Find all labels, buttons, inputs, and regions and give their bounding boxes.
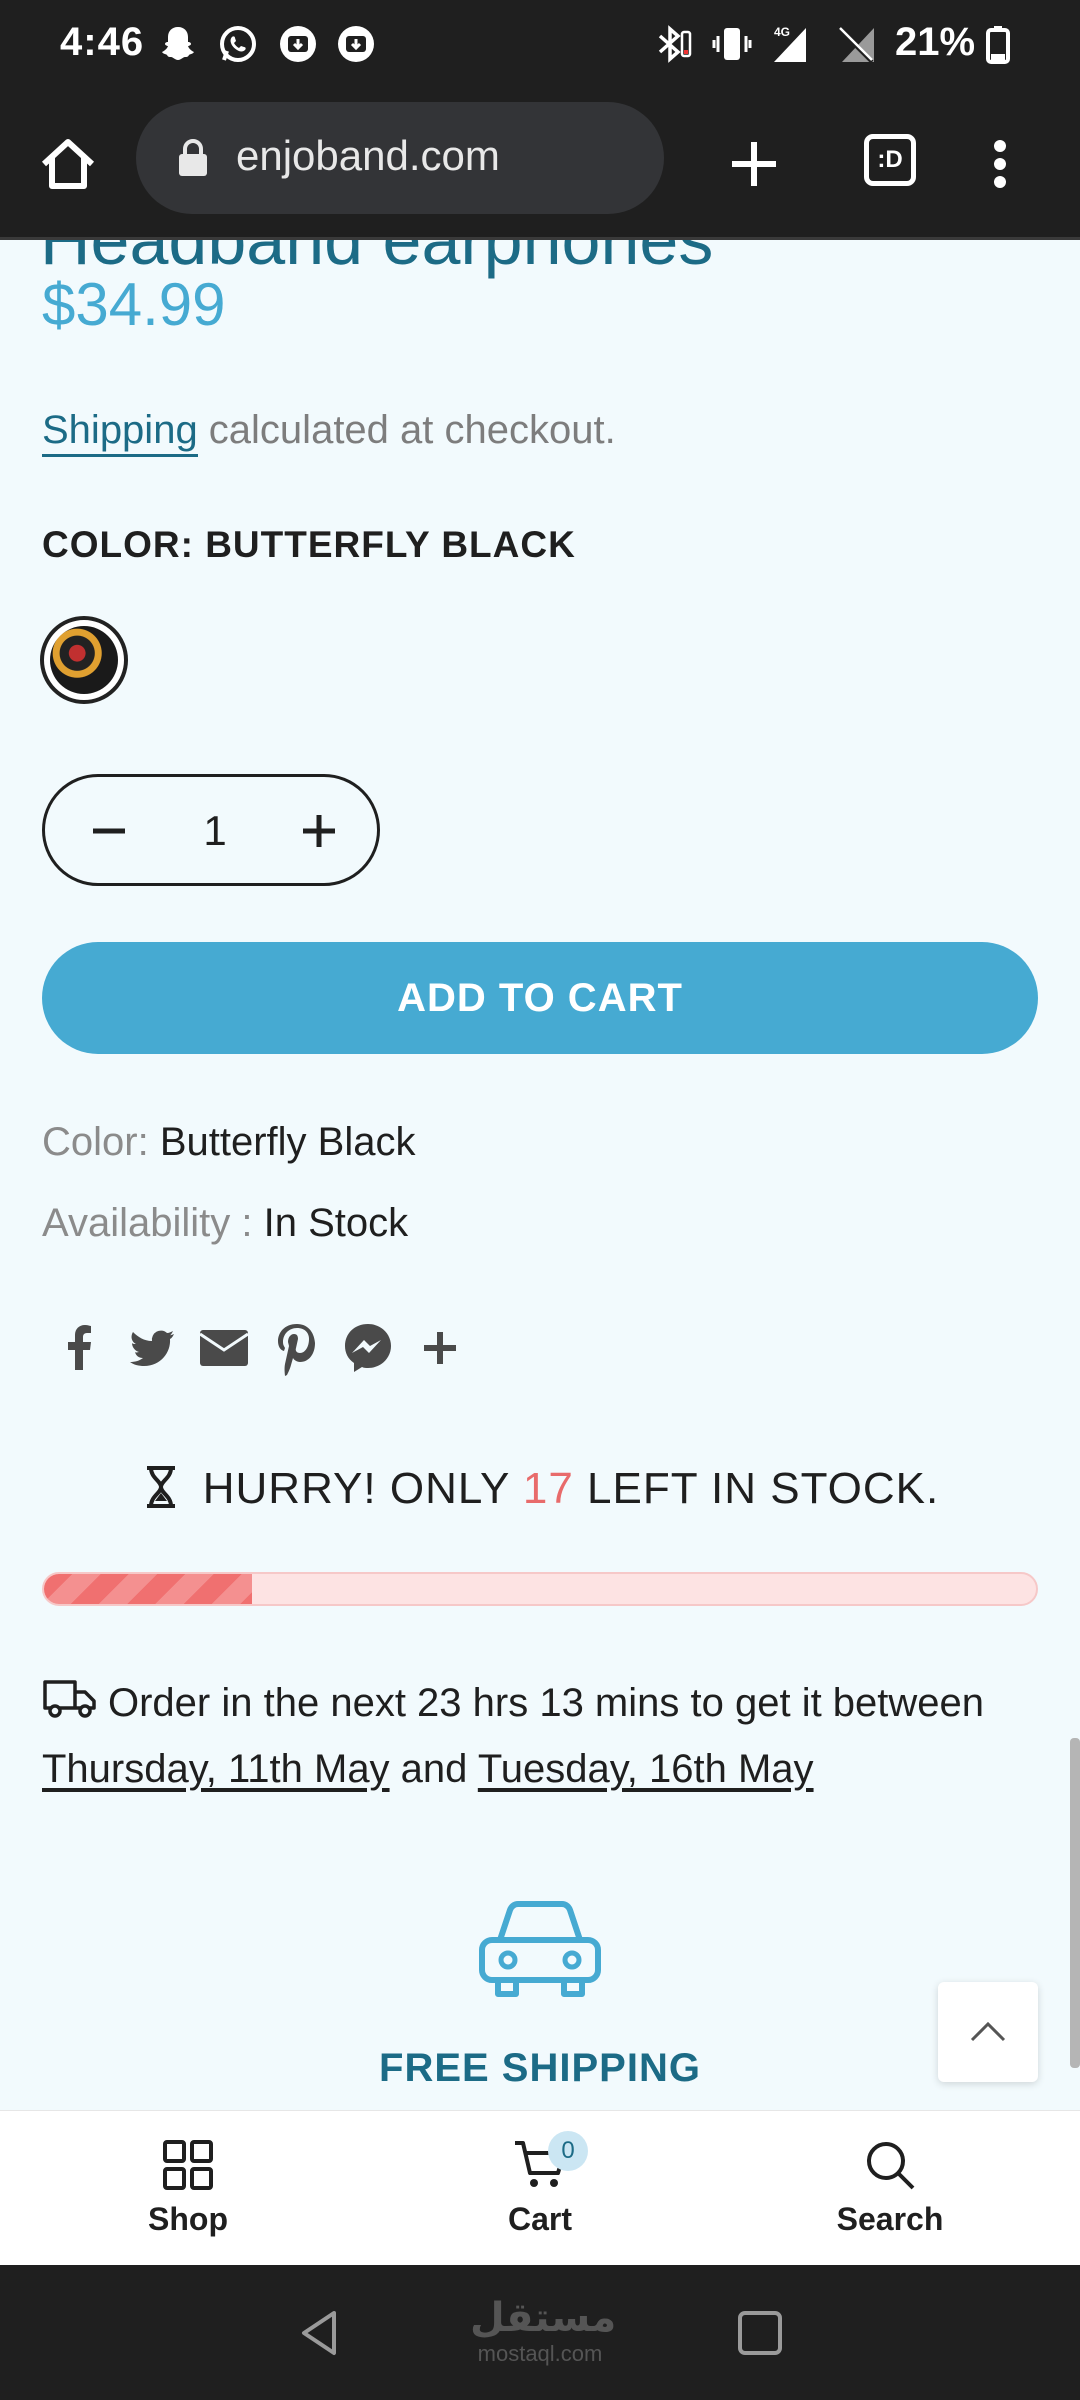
color-meta-label: Color: <box>42 1120 149 1164</box>
delivery-estimate: Order in the next 23 hrs 13 mins to get … <box>42 1670 1052 1802</box>
lock-icon <box>179 139 207 176</box>
shipping-link[interactable]: Shipping <box>42 408 198 457</box>
shipping-note: Shipping calculated at checkout. <box>42 408 616 457</box>
recents-icon[interactable] <box>734 2307 786 2359</box>
nav-shop-label: Shop <box>148 2201 228 2237</box>
home-icon[interactable] <box>36 132 100 196</box>
hourglass-icon <box>146 1466 175 1508</box>
bluetooth-icon <box>658 25 692 63</box>
address-bar[interactable]: enjoband.com <box>136 102 664 214</box>
quantity-stepper: 1 <box>42 774 380 886</box>
nav-cart[interactable]: 0 Cart <box>440 2131 640 2238</box>
whatsapp-icon <box>220 26 256 62</box>
product-price: $34.99 <box>42 271 226 338</box>
search-icon <box>867 2142 915 2190</box>
email-icon[interactable] <box>196 1320 252 1376</box>
nav-cart-label: Cart <box>507 2201 572 2237</box>
color-heading: COLOR: BUTTERFLY BLACK <box>42 524 576 565</box>
chevron-up-icon <box>970 2021 1006 2042</box>
page-scrollbar[interactable] <box>1070 1738 1080 2068</box>
decrease-quantity-button[interactable] <box>83 805 135 857</box>
back-to-top-button[interactable] <box>938 1982 1038 2082</box>
stock-count: 17 <box>522 1464 574 1513</box>
download-notification-icon <box>280 26 316 62</box>
color-meta-value: Butterfly Black <box>159 1120 416 1164</box>
new-tab-icon[interactable] <box>722 132 786 196</box>
browser-toolbar: enjoband.com :D <box>0 92 1080 240</box>
no-signal-icon <box>838 27 874 64</box>
product-page: Headband earphones $34.99 Shipping calcu… <box>0 240 1080 2110</box>
url-text: enjoband.com <box>236 132 500 179</box>
watermark: مستقل mostaql.com <box>470 2295 617 2367</box>
signal-4g-icon: 4G <box>774 25 806 62</box>
increase-quantity-button[interactable] <box>293 805 345 857</box>
delivery-date-start: Thursday, 11th May <box>42 1747 390 1791</box>
snapchat-icon <box>162 27 194 60</box>
twitter-icon[interactable] <box>124 1320 180 1376</box>
nav-search[interactable]: Search <box>790 2137 990 2238</box>
free-shipping-title: FREE SHIPPING <box>379 2046 701 2090</box>
stock-progress-fill <box>44 1574 253 1604</box>
back-icon[interactable] <box>294 2307 346 2359</box>
nav-search-label: Search <box>836 2201 944 2237</box>
vibrate-icon <box>712 28 752 60</box>
battery-icon <box>986 26 1010 64</box>
availability-value: In Stock <box>263 1201 409 1245</box>
bottom-navigation: Shop 0 Cart Search <box>0 2110 1080 2265</box>
availability-meta: Availability : In Stock <box>42 1201 408 1246</box>
stock-urgency: HURRY! ONLY 17 LEFT IN STOCK. <box>0 1464 1080 1514</box>
messenger-icon[interactable] <box>340 1320 396 1376</box>
quantity-value[interactable]: 1 <box>185 807 245 855</box>
status-bar: 4:46 4G 21% <box>0 0 1080 92</box>
watermark-latin: mostaql.com <box>477 2341 603 2366</box>
status-time: 4:46 <box>60 20 145 64</box>
availability-label: Availability : <box>42 1201 253 1245</box>
pinterest-icon[interactable] <box>268 1320 324 1376</box>
download-notification-icon <box>338 26 374 62</box>
nav-shop[interactable]: Shop <box>88 2137 288 2238</box>
grid-icon <box>163 2140 213 2190</box>
swatch-image <box>50 626 118 694</box>
hurry-suffix: LEFT IN STOCK. <box>573 1464 940 1513</box>
facebook-icon[interactable] <box>52 1320 108 1376</box>
battery-percent: 21% <box>895 20 976 64</box>
hurry-prefix: HURRY! ONLY <box>202 1464 523 1513</box>
system-navigation-bar: مستقل mostaql.com <box>0 2265 1080 2400</box>
more-share-icon[interactable] <box>412 1320 468 1376</box>
delivery-date-end: Tuesday, 16th May <box>477 1747 814 1791</box>
delivery-middle: and <box>389 1747 478 1791</box>
truck-icon <box>43 1680 96 1718</box>
cart-count-badge: 0 <box>548 2131 588 2171</box>
svg-text:4G: 4G <box>774 25 790 39</box>
tab-switcher-button[interactable]: :D <box>864 134 916 186</box>
more-menu-icon[interactable] <box>968 132 1032 196</box>
color-meta: Color: Butterfly Black <box>42 1120 415 1165</box>
car-icon <box>479 1901 601 1997</box>
add-to-cart-button[interactable]: ADD TO CART <box>42 942 1038 1054</box>
delivery-prefix: Order in the next 23 hrs 13 mins to get … <box>108 1681 985 1725</box>
watermark-arabic: مستقل <box>470 2296 617 2340</box>
color-swatch-butterfly-black[interactable] <box>40 616 128 704</box>
shipping-note-text: calculated at checkout. <box>197 408 616 452</box>
stock-progress-bar <box>42 1572 1038 1606</box>
